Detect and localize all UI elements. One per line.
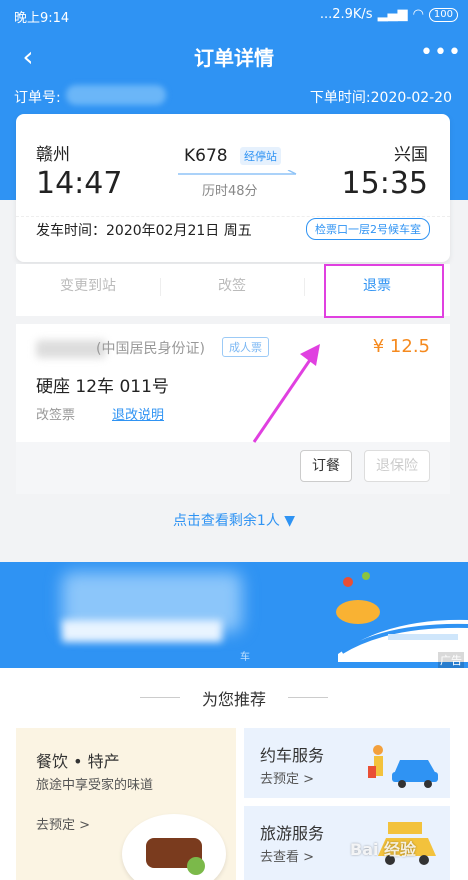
annotation-highlight-box — [324, 264, 444, 318]
departure-time: 14:47 — [36, 166, 123, 201]
ticket-card: 赣州 兴国 14:47 15:35 K678 经停站 历时48分 发车时间：20… — [16, 114, 450, 262]
car-icon — [368, 745, 438, 788]
status-bar: 晚上9:14 ...2.9K/s ▂▄▆ ◠ 100 — [0, 0, 468, 30]
tour-service-title: 旅游服务 — [260, 824, 325, 843]
signal-icon: ▂▄▆ — [377, 7, 408, 22]
from-station: 赣州 — [36, 145, 70, 165]
order-number-label: 订单号: — [14, 90, 61, 106]
route-arrow-icon — [178, 170, 297, 175]
tour-service-card[interactable]: 旅游服务 去查看 > — [244, 806, 450, 880]
departure-date: 发车时间：2020年02月21日 周五 — [36, 223, 252, 239]
passenger-card: (中国居民身份证) 成人票 ¥ 12.5 硬座 12车 011号 改签票 退改说… — [16, 324, 450, 494]
food-title: 餐饮 • 特产 — [36, 752, 120, 771]
change-station-button[interactable]: 变更到站 — [16, 264, 160, 316]
car-book-link[interactable]: 去预定 > — [260, 768, 314, 787]
tour-view-link[interactable]: 去查看 > — [260, 846, 314, 865]
order-meal-button[interactable]: 订餐 — [300, 450, 352, 482]
view-more-passengers[interactable]: 点击查看剩余1人 ▼ — [0, 510, 468, 530]
to-station: 兴国 — [394, 145, 428, 165]
refund-policy-link[interactable]: 退改说明 — [112, 404, 164, 423]
refund-insurance-button[interactable]: 退保险 — [364, 450, 430, 482]
back-arrow-icon[interactable]: ‹ — [12, 40, 44, 73]
arrival-time: 15:35 — [341, 166, 428, 201]
change-ticket-tag: 改签票 — [36, 408, 76, 423]
divider — [288, 697, 328, 698]
wifi-icon: ◠ — [412, 7, 424, 22]
page-title: 订单详情 — [194, 46, 274, 70]
recommend-title: 为您推荐 — [201, 690, 266, 709]
network-speed: ...2.9K/s — [319, 7, 373, 22]
food-book-link[interactable]: 去预定 > — [36, 814, 90, 833]
more-dots-icon[interactable]: ••• — [420, 40, 461, 70]
stops-link[interactable]: 经停站 — [240, 147, 281, 165]
ad-label: 广告 — [438, 652, 464, 668]
car-service-title: 约车服务 — [260, 746, 325, 765]
banner-text: 车 — [240, 652, 250, 663]
food-subtitle: 旅途中享受家的味道 — [36, 778, 154, 793]
nav-bar: ‹ 订单详情 ••• — [0, 30, 468, 82]
train-number: K678 — [184, 146, 228, 166]
status-time: 晚上9:14 — [14, 11, 70, 26]
order-number-redacted — [66, 85, 166, 105]
trip-duration: 历时48分 — [202, 184, 258, 199]
ad-banner[interactable]: 车 广告 — [0, 562, 468, 668]
gate-badge: 检票口一层2号候车室 — [306, 218, 430, 240]
order-time: 下单时间:2020-02-20 — [309, 90, 452, 106]
card-divider — [16, 216, 450, 217]
order-info-row: 订单号: 下单时间:2020-02-20 — [0, 84, 468, 108]
id-type: (中国居民身份证) — [96, 341, 205, 357]
watermark: Bai 经验 — [350, 840, 417, 859]
ticket-price: ¥ 12.5 — [372, 336, 430, 357]
rebook-button[interactable]: 改签 — [160, 264, 304, 316]
annotation-arrow-icon — [252, 344, 320, 443]
food-plate-icon — [122, 814, 226, 880]
car-service-card[interactable]: 约车服务 去预定 > — [244, 728, 450, 798]
status-icons: ...2.9K/s ▂▄▆ ◠ 100 — [320, 7, 458, 22]
seat-info: 硬座 12车 011号 — [36, 377, 169, 397]
battery-icon: 100 — [428, 7, 458, 22]
food-service-card[interactable]: 餐饮 • 特产 旅途中享受家的味道 去预定 > — [16, 728, 236, 880]
banner-redacted-text — [62, 620, 222, 642]
passenger-actions: 订餐 退保险 — [16, 442, 450, 494]
